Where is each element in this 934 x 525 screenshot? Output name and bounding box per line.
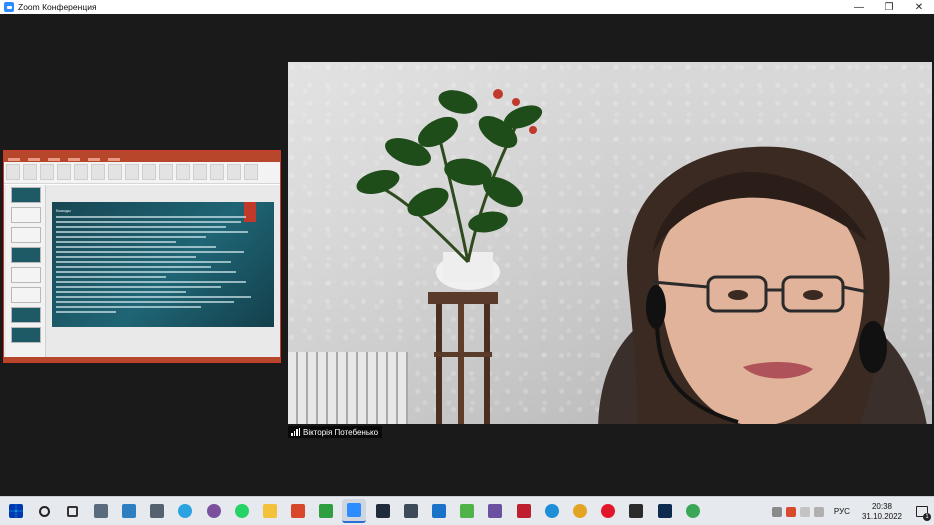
slide-thumbnail bbox=[11, 187, 41, 203]
plant-stand-image bbox=[428, 292, 498, 424]
slide-thumbnail bbox=[11, 227, 41, 243]
whatsapp-icon[interactable] bbox=[230, 499, 254, 523]
zoom-icon[interactable] bbox=[342, 499, 367, 523]
chevron-up-icon[interactable] bbox=[771, 506, 782, 517]
slide-thumbnail bbox=[11, 267, 41, 283]
chat-app-icon[interactable] bbox=[427, 499, 451, 523]
green-app-icon[interactable] bbox=[455, 499, 479, 523]
slide-thumbnail bbox=[11, 207, 41, 223]
tray-app-icon[interactable] bbox=[785, 506, 796, 517]
minimize-button[interactable]: — bbox=[844, 0, 874, 14]
plant-image bbox=[356, 89, 543, 290]
filezilla-icon[interactable] bbox=[512, 499, 536, 523]
current-slide: Выводы bbox=[52, 202, 274, 327]
clock-time: 20:38 bbox=[871, 501, 892, 511]
slide-accent-shape bbox=[244, 202, 256, 222]
slide-thumbnail bbox=[11, 307, 41, 323]
zoom-logo-icon bbox=[4, 2, 14, 12]
participant-video[interactable] bbox=[288, 62, 932, 424]
slide-thumbnail-panel bbox=[6, 185, 46, 357]
edge-icon[interactable] bbox=[540, 499, 564, 523]
archive-icon[interactable] bbox=[483, 499, 507, 523]
chrome-icon[interactable] bbox=[568, 499, 592, 523]
system-tray: РУС 20:38 31.10.2022 1 bbox=[768, 497, 931, 525]
windows-start-icon[interactable] bbox=[4, 499, 28, 523]
davinci-icon[interactable] bbox=[399, 499, 423, 523]
slide-heading: Выводы bbox=[56, 208, 71, 213]
windows-taskbar: РУС 20:38 31.10.2022 1 bbox=[0, 496, 934, 525]
shared-app-ribbon bbox=[4, 162, 280, 184]
participant-image bbox=[598, 146, 927, 424]
calculator-icon[interactable] bbox=[145, 499, 169, 523]
screen-app-icon[interactable] bbox=[371, 499, 395, 523]
radiator-image bbox=[288, 352, 408, 424]
slide-thumbnail bbox=[11, 287, 41, 303]
notification-count: 1 bbox=[923, 512, 931, 521]
telegram-icon[interactable] bbox=[173, 499, 197, 523]
folder-icon[interactable] bbox=[258, 499, 282, 523]
window-title: Zoom Конференция bbox=[18, 2, 97, 12]
task-view-icon[interactable] bbox=[61, 499, 85, 523]
slide-thumbnail bbox=[11, 247, 41, 263]
explorer-window-icon[interactable] bbox=[89, 499, 113, 523]
slide-thumbnail bbox=[11, 327, 41, 343]
title-bar: Zoom Конференция — ❐ ✕ bbox=[0, 0, 934, 14]
clock-date: 31.10.2022 bbox=[861, 511, 902, 521]
connection-signal-icon bbox=[291, 428, 300, 436]
clock[interactable]: 20:38 31.10.2022 bbox=[862, 502, 902, 522]
photoshop-icon[interactable] bbox=[653, 499, 677, 523]
opera-icon[interactable] bbox=[596, 499, 620, 523]
notification-center-icon[interactable]: 1 bbox=[914, 504, 931, 521]
shared-app-statusbar bbox=[4, 357, 280, 362]
window-controls: — ❐ ✕ bbox=[844, 0, 934, 14]
viber-icon[interactable] bbox=[202, 499, 226, 523]
shared-screen-thumbnail[interactable]: Выводы bbox=[3, 150, 281, 363]
participant-name-tag: Вікторія Потебенько bbox=[288, 426, 383, 438]
chrome-profile-icon[interactable] bbox=[681, 499, 705, 523]
participant-name: Вікторія Потебенько bbox=[303, 427, 379, 437]
maximize-button[interactable]: ❐ bbox=[874, 0, 904, 14]
v-app-icon[interactable] bbox=[624, 499, 648, 523]
volume-icon[interactable] bbox=[813, 506, 824, 517]
close-button[interactable]: ✕ bbox=[904, 0, 934, 14]
network-icon[interactable] bbox=[799, 506, 810, 517]
language-indicator[interactable]: РУС bbox=[834, 507, 850, 516]
search-icon[interactable] bbox=[32, 499, 56, 523]
monitor-app-icon[interactable] bbox=[117, 499, 141, 523]
green-c-app-icon[interactable] bbox=[314, 499, 338, 523]
shared-app-workspace: Выводы bbox=[4, 185, 280, 357]
red-app-icon[interactable] bbox=[286, 499, 310, 523]
